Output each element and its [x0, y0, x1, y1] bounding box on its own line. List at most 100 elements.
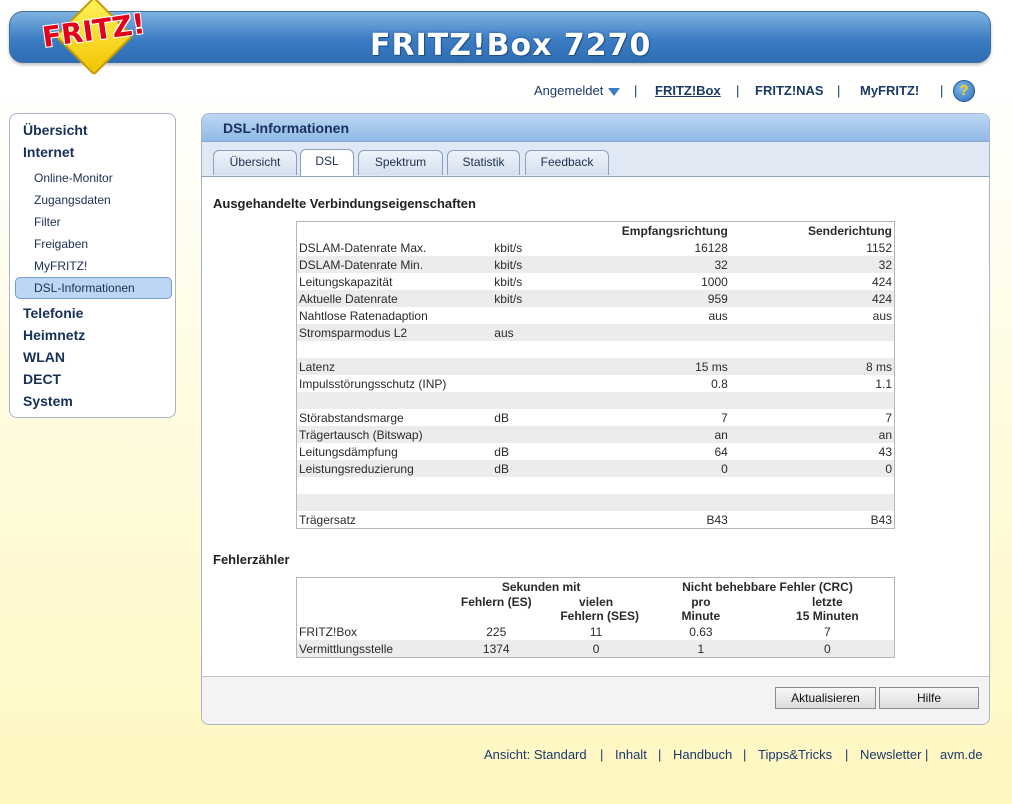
tab-spektrum[interactable]: Spektrum	[358, 150, 443, 175]
footer-link-avm[interactable]: avm.de	[940, 747, 983, 762]
sidebar-item-filter[interactable]: Filter	[34, 215, 61, 229]
cell-send: 1152	[729, 239, 895, 256]
header-ses-line1: vielen	[579, 595, 614, 609]
table-row	[296, 477, 895, 494]
tab-dsl[interactable]: DSL	[300, 149, 354, 176]
cell-unit: kbit/s	[492, 256, 582, 273]
table-header-row: Fehlern (ES) vielen Fehlern (SES) pro Minu…	[297, 595, 895, 623]
row-label: Aktuelle Datenrate	[296, 290, 493, 307]
cell-send: aus	[729, 307, 895, 324]
cell-send: 8 ms	[729, 358, 895, 375]
sidebar-item-heimnetz[interactable]: Heimnetz	[23, 327, 85, 343]
nav-link-fritznas[interactable]: FRITZ!NAS	[755, 83, 824, 98]
footer-link-tips[interactable]: Tipps&Tricks	[758, 747, 832, 762]
row-label: DSLAM-Datenrate Max.	[296, 239, 493, 256]
cell-send	[729, 392, 895, 409]
nav-separator: |	[940, 83, 944, 98]
table-row: Störabstandsmarge dB 7 7	[296, 409, 895, 426]
fritz-logo[interactable]: FRITZ!	[38, 0, 148, 76]
table-row	[296, 494, 895, 511]
header-blank	[297, 222, 493, 240]
footer-link-manual[interactable]: Handbuch	[673, 747, 732, 762]
table-row: Stromsparmodus L2 aus	[296, 324, 895, 341]
table-header-row: Sekunden mit Nicht behebbare Fehler (CRC…	[297, 578, 895, 596]
row-label: FRITZ!Box	[296, 623, 442, 640]
table-row: Trägertausch (Bitswap) an an	[296, 426, 895, 443]
cell-receive: 0.8	[582, 375, 730, 392]
cell-receive	[582, 392, 730, 409]
cell-es: 225	[441, 623, 552, 640]
sidebar-item-uebersicht[interactable]: Übersicht	[23, 122, 88, 138]
cell-send: 424	[729, 290, 895, 307]
refresh-button[interactable]: Aktualisieren	[775, 687, 876, 709]
cell-receive: 15 ms	[582, 358, 730, 375]
footer-view-standard[interactable]: Ansicht: Standard	[484, 747, 587, 762]
sidebar-item-dsl-informationen[interactable]: DSL-Informationen	[34, 281, 135, 295]
header-blank	[492, 222, 582, 240]
footer-link-contents[interactable]: Inhalt	[615, 747, 647, 762]
footer-link-newsletter[interactable]: Newsletter	[860, 747, 921, 762]
header-last-15-min: letzte 15 Minuten	[761, 595, 895, 623]
sidebar-item-internet[interactable]: Internet	[23, 144, 74, 160]
row-label: Latenz	[296, 358, 493, 375]
table-row: DSLAM-Datenrate Max. kbit/s 16128 1152	[296, 239, 895, 256]
row-label	[296, 341, 493, 358]
cell-receive	[582, 494, 730, 511]
login-status-label: Angemeldet	[534, 83, 604, 98]
cell-unit	[492, 511, 582, 529]
footer-separator: |	[845, 747, 849, 762]
table-row: Impulsstörungsschutz (INP) 0.8 1.1	[296, 375, 895, 392]
table-row: DSLAM-Datenrate Min. kbit/s 32 32	[296, 256, 895, 273]
row-label	[296, 392, 493, 409]
help-icon[interactable]: ?	[953, 80, 975, 102]
header-send-direction: Senderichtung	[807, 223, 892, 238]
tab-feedback[interactable]: Feedback	[525, 150, 609, 175]
tab-bar: Übersicht DSL Spektrum Statistik Feedbac…	[202, 142, 989, 177]
cell-per-minute: 1	[641, 640, 761, 658]
table-row: Trägersatz B43 B43	[296, 511, 895, 529]
table-row: Vermittlungsstelle 1374 0 1 0	[296, 640, 895, 658]
help-button[interactable]: Hilfe	[879, 687, 979, 709]
tab-uebersicht[interactable]: Übersicht	[213, 150, 297, 175]
cell-unit	[492, 426, 582, 443]
sidebar-item-dect[interactable]: DECT	[23, 371, 61, 387]
tab-statistik[interactable]: Statistik	[447, 150, 520, 175]
footer-separator: |	[743, 747, 747, 762]
sidebar-item-system[interactable]: System	[23, 393, 73, 409]
cell-ses: 11	[551, 623, 641, 640]
sidebar-item-online-monitor[interactable]: Online-Monitor	[34, 171, 113, 185]
row-label: Vermittlungsstelle	[296, 640, 442, 658]
table-row: Aktuelle Datenrate kbit/s 959 424	[296, 290, 895, 307]
sidebar-item-wlan[interactable]: WLAN	[23, 349, 65, 365]
header-ses-line2: Fehlern (SES)	[560, 609, 639, 623]
table-row: Leitungskapazität kbit/s 1000 424	[296, 273, 895, 290]
sidebar-item-myfritz[interactable]: MyFRITZ!	[34, 259, 87, 273]
cell-receive	[582, 324, 730, 341]
cell-send	[729, 477, 895, 494]
row-label: Trägertausch (Bitswap)	[296, 426, 493, 443]
sidebar-item-zugangsdaten[interactable]: Zugangsdaten	[34, 193, 111, 207]
cell-receive: 16128	[582, 239, 730, 256]
row-label	[296, 477, 493, 494]
connection-properties-table: Empfangsrichtung Senderichtung DSLAM-Dat…	[296, 221, 895, 529]
row-label: Trägersatz	[296, 511, 493, 529]
table-row	[296, 392, 895, 409]
login-status-menu[interactable]: Angemeldet	[534, 83, 621, 98]
cell-ses: 0	[551, 640, 641, 658]
cell-send: 0	[729, 460, 895, 477]
sidebar-item-telefonie[interactable]: Telefonie	[23, 305, 83, 321]
header-group-crc: Nicht behebbare Fehler (CRC)	[682, 579, 853, 594]
header-last-15-line1: letzte	[812, 595, 843, 609]
header-es: Fehlern (ES)	[460, 595, 532, 609]
cell-receive: an	[582, 426, 730, 443]
header-per-minute: pro Minute	[641, 595, 761, 623]
cell-receive: B43	[582, 511, 730, 529]
cell-unit: kbit/s	[492, 239, 582, 256]
footer-separator: |	[600, 747, 604, 762]
header-per-minute-line1: pro	[691, 595, 711, 609]
nav-link-fritzbox[interactable]: FRITZ!Box	[655, 83, 721, 98]
sidebar-item-freigaben[interactable]: Freigaben	[34, 237, 88, 251]
nav-link-myfritz[interactable]: MyFRITZ!	[860, 83, 919, 98]
logo-text: FRITZ!	[40, 6, 148, 55]
cell-send: 424	[729, 273, 895, 290]
